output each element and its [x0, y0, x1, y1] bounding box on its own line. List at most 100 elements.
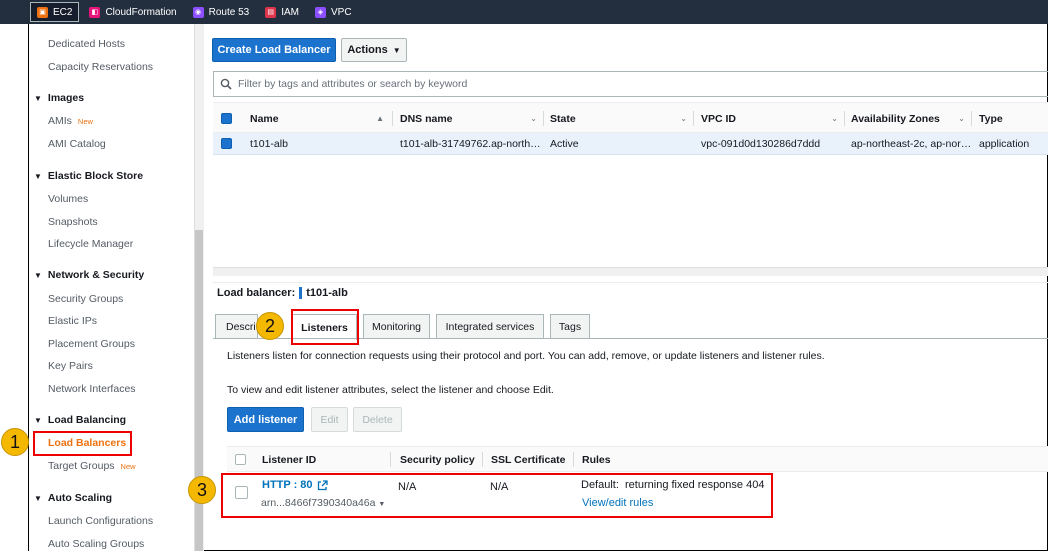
panel-splitter[interactable] [213, 282, 1048, 283]
sidebar-section-network-security[interactable]: Network & Security [34, 269, 144, 281]
cloudformation-icon: ◧ [89, 6, 101, 18]
sidebar-item-auto-scaling-groups[interactable]: Auto Scaling Groups [48, 538, 144, 550]
sidebar-item-launch-configurations[interactable]: Launch Configurations [48, 515, 153, 527]
column-label: DNS name [400, 112, 453, 125]
column-label: VPC ID [701, 112, 737, 125]
service-route53[interactable]: ◉ Route 53 [187, 2, 256, 22]
accent-bar [299, 287, 303, 299]
sidebar-item-ami-catalog[interactable]: AMI Catalog [48, 138, 106, 150]
column-ssl-certificate: SSL Certificate [491, 454, 566, 466]
sidebar-item-lifecycle-manager[interactable]: Lifecycle Manager [48, 238, 133, 250]
listeners-edit-hint: To view and edit listener attributes, se… [227, 384, 554, 396]
sidebar-item-key-pairs[interactable]: Key Pairs [48, 360, 93, 372]
listeners-intro-text: Listeners listen for connection requests… [227, 350, 825, 362]
service-label: Route 53 [208, 6, 250, 18]
actions-label: Actions [347, 44, 388, 56]
iam-icon: ▤ [265, 6, 277, 18]
column-label: Name [250, 112, 279, 125]
column-vpc-id[interactable]: VPC ID ⌄ [701, 103, 844, 134]
chevron-down-icon: ▼ [392, 45, 401, 55]
cell-type: application [979, 138, 1030, 150]
sidebar-item-capacity-reservations[interactable]: Capacity Reservations [48, 61, 153, 73]
column-rules: Rules [582, 454, 611, 466]
select-all-listeners-checkbox[interactable] [235, 454, 246, 465]
sidebar-item-snapshots[interactable]: Snapshots [48, 216, 98, 228]
route53-icon: ◉ [192, 6, 204, 18]
sidebar-item-volumes[interactable]: Volumes [48, 193, 88, 205]
highlight-box-listeners-tab [291, 309, 359, 345]
tab-tags[interactable]: Tags [550, 314, 590, 339]
column-divider [543, 111, 544, 126]
sort-icon: ⌄ [530, 114, 537, 123]
callout-3: 3 [188, 476, 216, 504]
highlight-box-load-balancers [33, 431, 132, 456]
column-label: Availability Zones [851, 112, 940, 125]
search-icon [220, 78, 232, 90]
section-label: Images [47, 92, 85, 104]
delete-button[interactable]: Delete [353, 407, 402, 432]
sidebar-section-images[interactable]: Images [34, 92, 84, 104]
service-vpc[interactable]: ◈ VPC [309, 2, 358, 22]
column-label: Type [979, 112, 1003, 125]
table-row[interactable]: t101-alb t101-alb-31749762.ap-north… Act… [213, 133, 1048, 155]
column-divider [693, 111, 694, 126]
sidebar-item-security-groups[interactable]: Security Groups [48, 293, 123, 305]
details-label: Load balancer: [217, 287, 296, 299]
column-divider [573, 452, 574, 467]
sidebar-section-ebs[interactable]: Elastic Block Store [34, 170, 143, 182]
add-listener-button[interactable]: Add listener [227, 407, 304, 432]
select-all-checkbox[interactable] [221, 113, 232, 124]
sidebar-item-placement-groups[interactable]: Placement Groups [48, 338, 135, 350]
table-horizontal-scrollbar[interactable] [213, 267, 1048, 276]
tab-monitoring[interactable]: Monitoring [363, 314, 430, 339]
filter-placeholder: Filter by tags and attributes or search … [238, 78, 468, 90]
selected-load-balancer-title: Load balancer: t101-alb [217, 287, 348, 299]
sidebar-section-auto-scaling[interactable]: Auto Scaling [34, 492, 112, 504]
service-shortcuts-bar: ▣ EC2 ◧ CloudFormation ◉ Route 53 ▤ IAM … [0, 0, 1048, 24]
service-cloudformation[interactable]: ◧ CloudFormation [83, 2, 182, 22]
item-label: Target Groups [48, 460, 115, 472]
item-label: AMIs [48, 115, 72, 127]
column-divider [482, 452, 483, 467]
cell-availability-zones: ap-northeast-2c, ap-nor… [851, 138, 972, 150]
cell-dns-name: t101-alb-31749762.ap-north… [400, 138, 541, 150]
sidebar-item-target-groups[interactable]: Target Groups New [48, 460, 136, 472]
column-name[interactable]: Name ▲ [250, 103, 390, 134]
sidebar-item-network-interfaces[interactable]: Network Interfaces [48, 383, 136, 395]
row-checkbox[interactable] [221, 138, 232, 149]
main-content: Create Load Balancer Actions ▼ Filter by… [204, 24, 1048, 551]
column-divider [844, 111, 845, 126]
filter-search-input[interactable]: Filter by tags and attributes or search … [213, 71, 1048, 97]
service-label: CloudFormation [105, 6, 177, 18]
service-ec2[interactable]: ▣ EC2 [30, 2, 80, 22]
tab-description[interactable]: Descri [215, 314, 258, 339]
highlight-box-listener-row [221, 473, 773, 518]
edit-button[interactable]: Edit [311, 407, 348, 432]
sidebar-item-dedicated-hosts[interactable]: Dedicated Hosts [48, 38, 125, 50]
column-availability-zones[interactable]: Availability Zones ⌄ [851, 103, 971, 134]
section-label: Elastic Block Store [47, 170, 144, 182]
sort-icon: ⌄ [831, 114, 838, 123]
column-state[interactable]: State ⌄ [550, 103, 693, 134]
service-iam[interactable]: ▤ IAM [259, 2, 305, 22]
load-balancers-table-header: Name ▲ DNS name ⌄ State ⌄ VPC ID ⌄ Availabil… [213, 102, 1048, 133]
sort-icon: ⌄ [680, 114, 687, 123]
new-badge: New [120, 462, 136, 471]
sidebar-section-load-balancing[interactable]: Load Balancing [34, 414, 126, 426]
actions-dropdown-button[interactable]: Actions ▼ [341, 38, 407, 62]
new-badge: New [77, 117, 93, 126]
column-label: State [550, 112, 576, 125]
sidebar-item-amis[interactable]: AMIs New [48, 115, 93, 127]
column-type[interactable]: Type [979, 103, 1039, 134]
sidebar-item-elastic-ips[interactable]: Elastic IPs [48, 315, 97, 327]
sort-asc-icon: ▲ [376, 114, 384, 123]
column-dns-name[interactable]: DNS name ⌄ [400, 103, 543, 134]
sort-icon: ⌄ [958, 114, 965, 123]
column-divider [392, 111, 393, 126]
section-label: Load Balancing [47, 414, 127, 426]
tab-integrated-services[interactable]: Integrated services [436, 314, 544, 339]
cell-vpc-id: vpc-091d0d130286d7ddd [701, 138, 821, 150]
create-load-balancer-button[interactable]: Create Load Balancer [212, 38, 336, 62]
service-label: EC2 [53, 6, 73, 18]
column-divider [971, 111, 972, 126]
